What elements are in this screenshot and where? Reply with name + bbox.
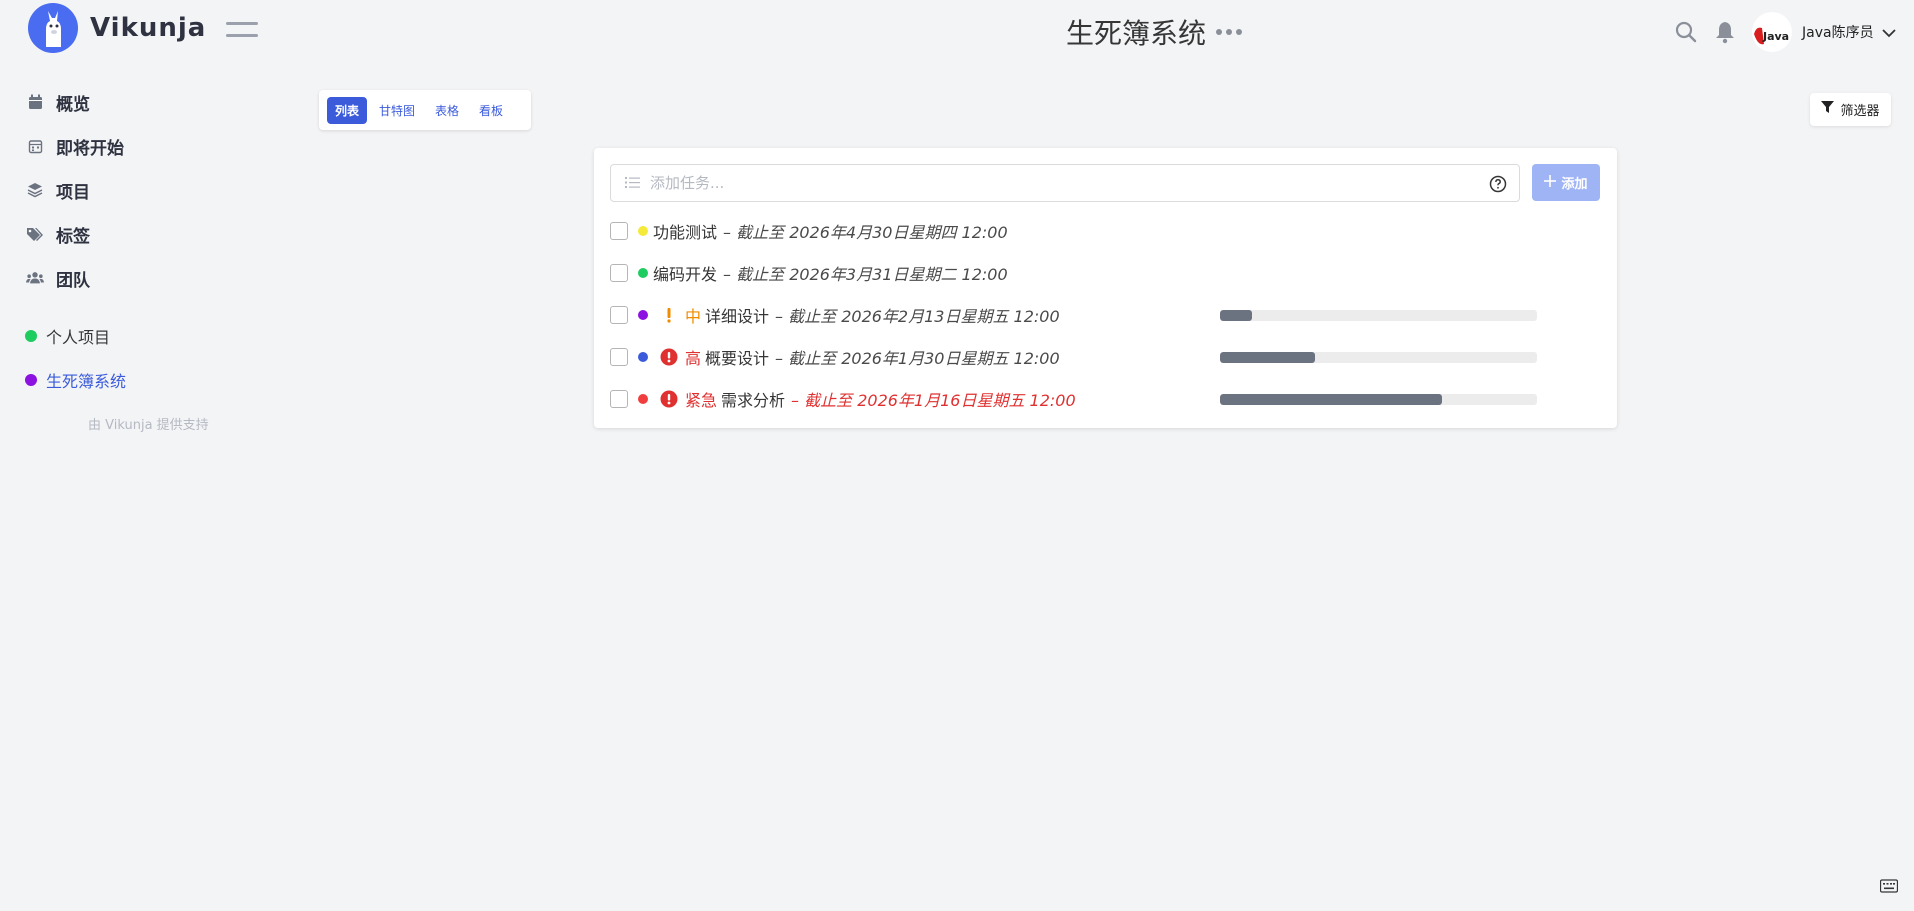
add-task-row: 添加 <box>610 164 1600 202</box>
task-color-dot <box>638 226 648 236</box>
sidebar: 概览 即将开始 项目 标签 团队 个人项目 生死簿系统 由 Vikunja 提供… <box>0 80 280 433</box>
sidebar-item-upcoming[interactable]: 即将开始 <box>0 124 280 168</box>
task-row[interactable]: 功能测试 – 截止至 2026年4月30日星期四 12:00 <box>610 211 1600 251</box>
sidebar-item-label: 标签 <box>56 226 90 247</box>
sidebar-item-label: 即将开始 <box>56 138 124 159</box>
plus-icon <box>1544 174 1557 191</box>
task-due-date: – 截止至 2026年2月13日星期五 12:00 <box>775 307 1060 326</box>
task-row[interactable]: 编码开发 – 截止至 2026年3月31日星期二 12:00 <box>610 253 1600 293</box>
more-options-icon[interactable] <box>1216 29 1243 35</box>
project-color-dot <box>25 330 37 342</box>
username: Java陈序员 <box>1802 25 1874 41</box>
hamburger-line-icon <box>226 22 258 25</box>
sidebar-item-label: 团队 <box>56 270 90 291</box>
task-row[interactable]: 中 详细设计 – 截止至 2026年2月13日星期五 12:00 <box>610 295 1600 335</box>
task-row[interactable]: 高 概要设计 – 截止至 2026年1月30日星期五 12:00 <box>610 337 1600 377</box>
task-progress-bar <box>1220 352 1537 363</box>
task-due-date: – 截止至 2026年1月30日星期五 12:00 <box>775 349 1060 368</box>
app-name: Vikunja <box>90 13 207 43</box>
add-task-button[interactable]: 添加 <box>1532 164 1600 201</box>
llama-logo-icon <box>28 3 78 53</box>
keyboard-icon[interactable] <box>1879 878 1899 893</box>
task-title[interactable]: 概要设计 <box>705 345 769 369</box>
priority-label: 中 <box>685 307 702 326</box>
task-title[interactable]: 需求分析 <box>721 387 785 411</box>
sidebar-project-shengsibu[interactable]: 生死簿系统 <box>0 358 280 402</box>
sidebar-item-label: 项目 <box>56 182 90 203</box>
tab-gantt[interactable]: 甘特图 <box>371 97 423 124</box>
calendar-grid-icon <box>26 137 44 155</box>
search-icon[interactable] <box>1674 20 1698 44</box>
task-checkbox[interactable] <box>610 306 628 324</box>
add-task-field <box>610 164 1520 202</box>
task-checkbox[interactable] <box>610 348 628 366</box>
task-row[interactable]: 紧急 需求分析 – 截止至 2026年1月16日星期五 12:00 <box>610 379 1600 419</box>
priority-label: 紧急 <box>685 391 718 410</box>
users-icon <box>26 269 44 287</box>
svg-text:Java: Java <box>1762 30 1789 43</box>
task-checkbox[interactable] <box>610 222 628 240</box>
progress-fill <box>1220 310 1252 321</box>
task-checkbox[interactable] <box>610 390 628 408</box>
view-switcher: 列表 甘特图 表格 看板 <box>319 90 531 130</box>
task-title[interactable]: 编码开发 <box>653 261 717 285</box>
task-progress-bar <box>1220 310 1537 321</box>
sidebar-project-personal[interactable]: 个人项目 <box>0 314 280 358</box>
task-color-dot <box>638 310 648 320</box>
project-label: 个人项目 <box>46 328 111 347</box>
task-progress-bar <box>1220 394 1537 405</box>
tab-table[interactable]: 表格 <box>427 97 467 124</box>
task-title[interactable]: 功能测试 <box>653 219 717 243</box>
help-icon[interactable] <box>1489 175 1507 193</box>
task-checkbox[interactable] <box>610 264 628 282</box>
filter-icon <box>1821 101 1835 118</box>
filter-button[interactable]: 筛选器 <box>1810 93 1891 126</box>
list-icon <box>625 174 640 193</box>
tags-icon <box>26 225 44 243</box>
tab-kanban[interactable]: 看板 <box>471 97 511 124</box>
user-menu[interactable]: Java Java陈序员 <box>1752 12 1902 52</box>
progress-fill <box>1220 394 1442 405</box>
app-logo[interactable]: Vikunja <box>28 3 206 53</box>
sidebar-item-projects[interactable]: 项目 <box>0 168 280 212</box>
project-label: 生死簿系统 <box>46 372 127 391</box>
add-button-label: 添加 <box>1561 177 1588 192</box>
add-task-input[interactable] <box>650 174 1470 192</box>
powered-by-link[interactable]: 由 Vikunja 提供支持 <box>0 414 280 433</box>
progress-fill <box>1220 352 1316 363</box>
page-title: 生死簿系统 <box>1066 12 1243 52</box>
exclamation-circle-icon <box>660 390 678 408</box>
layers-icon <box>26 181 44 199</box>
task-due-date: – 截止至 2026年4月30日星期四 12:00 <box>723 223 1008 242</box>
hamburger-line-icon <box>226 34 258 37</box>
task-color-dot <box>638 352 648 362</box>
task-list-card: 添加 功能测试 – 截止至 2026年4月30日星期四 12:00 编码开发 –… <box>594 148 1617 428</box>
sidebar-item-teams[interactable]: 团队 <box>0 256 280 300</box>
priority-label: 高 <box>685 349 702 368</box>
tab-list[interactable]: 列表 <box>327 96 368 124</box>
calendar-icon <box>26 93 44 111</box>
chevron-down-icon <box>1881 23 1896 42</box>
exclamation-icon <box>660 306 678 324</box>
task-color-dot <box>638 268 648 278</box>
sidebar-item-labels[interactable]: 标签 <box>0 212 280 256</box>
avatar: Java <box>1752 12 1792 52</box>
task-due-date: – 截止至 2026年1月16日星期五 12:00 <box>791 391 1076 410</box>
bell-icon[interactable] <box>1714 20 1736 44</box>
exclamation-circle-icon <box>660 348 678 366</box>
task-title[interactable]: 详细设计 <box>705 303 769 327</box>
sidebar-item-overview[interactable]: 概览 <box>0 80 280 124</box>
top-bar: Vikunja 生死簿系统 Java Java陈序员 <box>0 0 1914 64</box>
project-color-dot <box>25 374 37 386</box>
menu-toggle-button[interactable] <box>226 22 260 42</box>
task-color-dot <box>638 394 648 404</box>
task-due-date: – 截止至 2026年3月31日星期二 12:00 <box>723 265 1008 284</box>
project-list: 个人项目 生死簿系统 <box>0 314 280 402</box>
sidebar-item-label: 概览 <box>56 94 90 115</box>
filter-label: 筛选器 <box>1840 104 1880 119</box>
project-title-text: 生死簿系统 <box>1066 17 1207 50</box>
